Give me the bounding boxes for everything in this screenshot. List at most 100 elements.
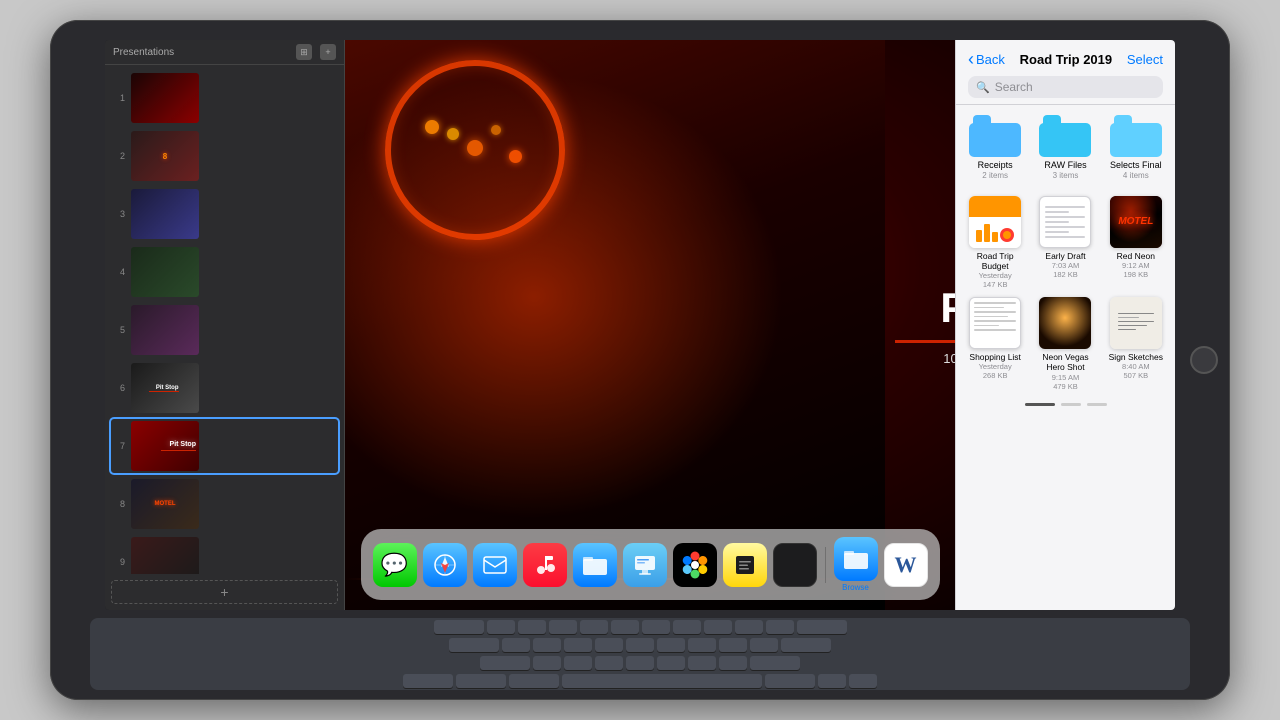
slide-item-5[interactable]: 5 xyxy=(111,303,338,357)
slide-item-2[interactable]: 2 8 xyxy=(111,129,338,183)
key-c[interactable] xyxy=(595,656,623,670)
key-t[interactable] xyxy=(611,620,639,634)
files-panel: Back Road Trip 2019 Select 🔍 Search xyxy=(955,40,1175,610)
key-f[interactable] xyxy=(595,638,623,652)
panel-add-icon[interactable]: + xyxy=(320,44,336,60)
slide-item-6[interactable]: 6 Pit Stop xyxy=(111,361,338,415)
files-search-bar[interactable]: 🔍 Search xyxy=(968,76,1163,98)
key-z[interactable] xyxy=(533,656,561,670)
file-red-neon[interactable]: MOTEL Red Neon 9:12 AM 198 KB xyxy=(1105,196,1167,289)
dock-app-keynote[interactable] xyxy=(623,543,667,587)
keyboard-row-3 xyxy=(118,656,1163,670)
key-x[interactable] xyxy=(564,656,592,670)
key-k[interactable] xyxy=(719,638,747,652)
key-b[interactable] xyxy=(657,656,685,670)
folder-receipts[interactable]: Receipts 2 items xyxy=(964,115,1026,180)
key-i[interactable] xyxy=(704,620,732,634)
key-v[interactable] xyxy=(626,656,654,670)
key-p[interactable] xyxy=(766,620,794,634)
folder-icon-selects xyxy=(1110,115,1162,157)
key-return[interactable] xyxy=(781,638,831,652)
key-g[interactable] xyxy=(626,638,654,652)
key-tab[interactable] xyxy=(434,620,484,634)
dock-area: 💬 xyxy=(345,529,955,600)
file-thumb-neon: MOTEL xyxy=(1110,196,1162,248)
slide-item-1[interactable]: 1 xyxy=(111,71,338,125)
file-early-draft[interactable]: Early Draft 7:03 AM 182 KB xyxy=(1034,196,1096,289)
file-road-trip-budget[interactable]: Road Trip Budget Yesterday 147 KB xyxy=(964,196,1026,289)
key-q[interactable] xyxy=(487,620,515,634)
key-cmd-right[interactable] xyxy=(765,674,815,688)
word-icon: W xyxy=(895,552,917,578)
slide-thumb-1 xyxy=(131,73,199,123)
slide-num-6: 6 xyxy=(113,383,125,393)
panel-top-title: Presentations xyxy=(113,47,174,58)
search-icon: 🔍 xyxy=(976,81,990,94)
key-r[interactable] xyxy=(580,620,608,634)
file-sign-sketches[interactable]: Sign Sketches 8:40 AM 507 KB xyxy=(1105,297,1167,390)
key-u[interactable] xyxy=(673,620,701,634)
notes-icon xyxy=(734,554,756,576)
slide-item-4[interactable]: 4 xyxy=(111,245,338,299)
slide-num-5: 5 xyxy=(113,325,125,335)
dock-app-mail[interactable] xyxy=(473,543,517,587)
dock-app-safari[interactable] xyxy=(423,543,467,587)
key-d[interactable] xyxy=(564,638,592,652)
key-space[interactable] xyxy=(562,674,762,688)
slide-item-8[interactable]: 8 MOTEL xyxy=(111,477,338,531)
key-w[interactable] xyxy=(518,620,546,634)
file-thumb-draft xyxy=(1039,196,1091,248)
dock-app-photos[interactable] xyxy=(673,543,717,587)
home-button[interactable] xyxy=(1190,346,1218,374)
key-h[interactable] xyxy=(657,638,685,652)
dock-browse-area[interactable]: Browse xyxy=(834,537,878,592)
dock-app-notes[interactable] xyxy=(723,543,767,587)
file-date-sketches: 8:40 AM xyxy=(1122,362,1150,371)
slide-item-7[interactable]: 7 Pit Stop xyxy=(111,419,338,473)
dock-app-files[interactable] xyxy=(573,543,617,587)
key-l[interactable] xyxy=(750,638,778,652)
files-select-button[interactable]: Select xyxy=(1127,52,1163,67)
files-back-button[interactable]: Back xyxy=(968,50,1005,68)
music-icon xyxy=(534,554,556,576)
slide-thumb-4 xyxy=(131,247,199,297)
key-alt[interactable] xyxy=(456,674,506,688)
key-ctrl[interactable] xyxy=(403,674,453,688)
key-y[interactable] xyxy=(642,620,670,634)
dock-app-music[interactable] xyxy=(523,543,567,587)
file-size-neon: 198 KB xyxy=(1124,270,1149,279)
key-right[interactable] xyxy=(849,674,877,688)
add-slide-button[interactable]: + xyxy=(111,580,338,604)
dock-app-word[interactable]: W xyxy=(884,543,928,587)
key-e[interactable] xyxy=(549,620,577,634)
key-a[interactable] xyxy=(502,638,530,652)
slide-num-3: 3 xyxy=(113,209,125,219)
slide-item-9[interactable]: 9 xyxy=(111,535,338,574)
dock-app-messages[interactable]: 💬 xyxy=(373,543,417,587)
key-n[interactable] xyxy=(688,656,716,670)
key-left[interactable] xyxy=(818,674,846,688)
key-caps[interactable] xyxy=(449,638,499,652)
file-neon-vegas[interactable]: Neon Vegas Hero Shot 9:15 AM 479 KB xyxy=(1034,297,1096,390)
dock-browse-button[interactable] xyxy=(834,537,878,581)
file-size-budget: 147 KB xyxy=(983,280,1008,289)
files-folder-title: Road Trip 2019 xyxy=(1020,52,1112,67)
folder-selects-final[interactable]: Selects Final 4 items xyxy=(1105,115,1167,180)
key-s[interactable] xyxy=(533,638,561,652)
slide-num-7: 7 xyxy=(113,441,125,451)
folder-raw-files[interactable]: RAW Files 3 items xyxy=(1034,115,1096,180)
key-shift-right[interactable] xyxy=(750,656,800,670)
key-o[interactable] xyxy=(735,620,763,634)
key-shift-left[interactable] xyxy=(480,656,530,670)
file-date-hero: 9:15 AM xyxy=(1052,373,1080,382)
file-name-sketches: Sign Sketches xyxy=(1109,352,1163,362)
key-j[interactable] xyxy=(688,638,716,652)
key-m[interactable] xyxy=(719,656,747,670)
slide-item-3[interactable]: 3 xyxy=(111,187,338,241)
folder-name-raw: RAW Files xyxy=(1044,160,1086,171)
panel-grid-icon[interactable]: ⊞ xyxy=(296,44,312,60)
file-shopping-list[interactable]: Shopping List Yesterday 268 KB xyxy=(964,297,1026,390)
key-delete[interactable] xyxy=(797,620,847,634)
key-cmd[interactable] xyxy=(509,674,559,688)
dock-app-dark[interactable] xyxy=(773,543,817,587)
